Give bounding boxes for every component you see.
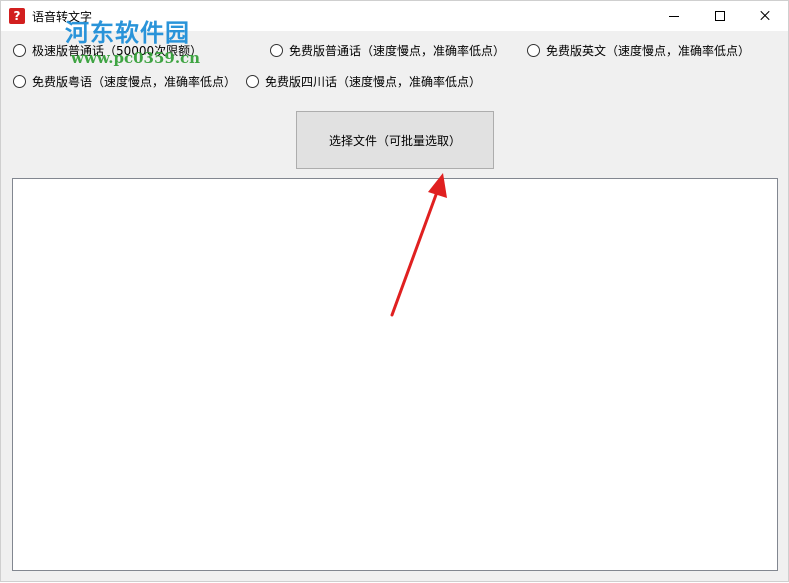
option-free-sichuanese[interactable]: 免费版四川话（速度慢点，准确率低点） <box>246 72 481 90</box>
option-free-english[interactable]: 免费版英文（速度慢点，准确率低点） <box>527 41 750 59</box>
output-textarea[interactable] <box>12 178 778 571</box>
option-free-mandarin[interactable]: 免费版普通话（速度慢点，准确率低点） <box>270 41 505 59</box>
select-files-button[interactable]: 选择文件（可批量选取） <box>296 111 494 169</box>
radio-circle[interactable] <box>13 74 26 88</box>
close-button[interactable] <box>742 1 788 31</box>
app-icon: ? <box>9 8 25 24</box>
app-window: ? 语音转文字 极速版普通话（50000次限额） 免费版普通话（速度慢点，准确率… <box>0 0 789 582</box>
option-label: 免费版粤语（速度慢点，准确率低点） <box>32 74 237 89</box>
option-free-cantonese[interactable]: 免费版粤语（速度慢点，准确率低点） <box>13 72 236 90</box>
maximize-button[interactable] <box>697 1 743 31</box>
radio-circle[interactable] <box>13 43 26 57</box>
option-label: 免费版四川话（速度慢点，准确率低点） <box>265 74 482 89</box>
minimize-button[interactable] <box>651 1 697 31</box>
radio-circle[interactable] <box>270 43 283 57</box>
radio-circle[interactable] <box>527 43 540 57</box>
watermark-logo: 河东软件园 <box>65 19 190 47</box>
watermark-url: www.pc0359.cn <box>71 49 201 67</box>
radio-circle[interactable] <box>246 74 259 88</box>
option-label: 免费版英文（速度慢点，准确率低点） <box>546 43 751 58</box>
option-label: 免费版普通话（速度慢点，准确率低点） <box>289 43 506 58</box>
